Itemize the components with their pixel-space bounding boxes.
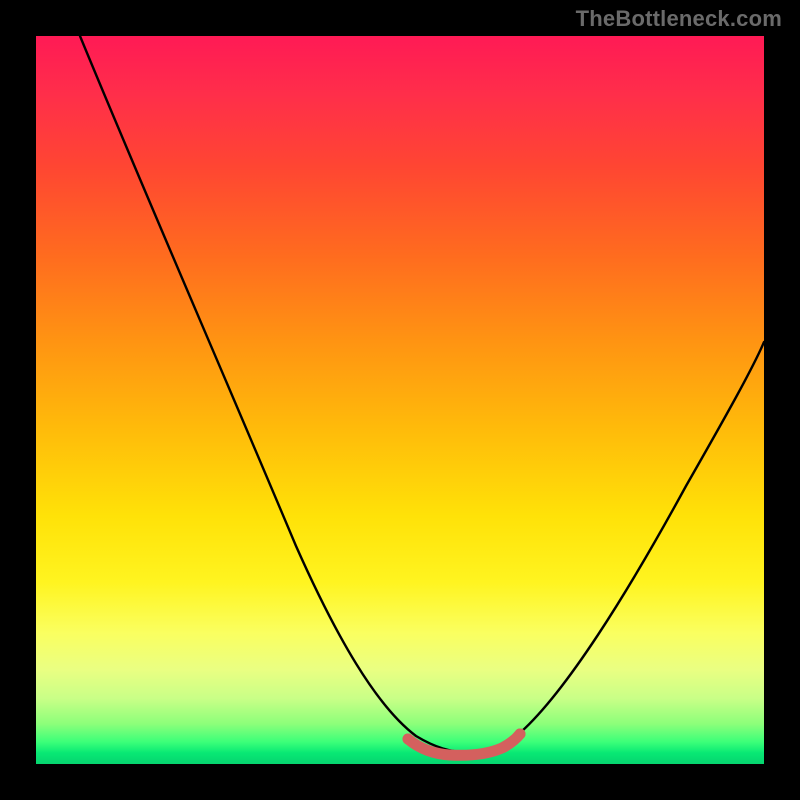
curve-layer: [36, 36, 764, 764]
highlight-start-dot-icon: [403, 734, 414, 745]
bottleneck-curve: [80, 36, 764, 752]
flat-bottom-highlight: [408, 734, 520, 755]
highlight-end-dot-icon: [515, 729, 526, 740]
attribution-label: TheBottleneck.com: [576, 6, 782, 32]
chart-frame: TheBottleneck.com: [0, 0, 800, 800]
plot-area: [36, 36, 764, 764]
